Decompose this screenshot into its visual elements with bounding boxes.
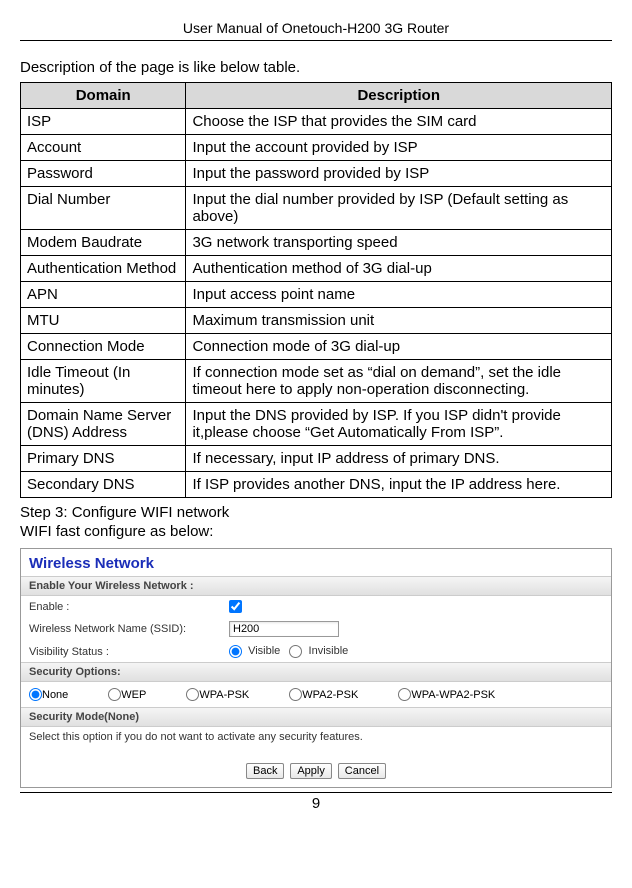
cell-description: Connection mode of 3G dial-up [186,334,612,360]
opt-wpapsk[interactable]: WPA-PSK [186,688,249,701]
opt-wpa2psk[interactable]: WPA2-PSK [289,688,358,701]
th-description: Description [186,83,612,109]
visibility-label: Visibility Status : [29,646,229,658]
cell-domain: Account [21,135,186,161]
wifi-config-panel: Wireless Network Enable Your Wireless Ne… [20,548,612,788]
table-row: Primary DNSIf necessary, input IP addres… [21,446,612,472]
radio-invisible[interactable] [289,645,302,658]
cell-description: If necessary, input IP address of primar… [186,446,612,472]
page-number: 9 [20,792,612,812]
security-options-row: None WEP WPA-PSK WPA2-PSK WPA-WPA2-PSK [21,682,611,707]
table-row: PasswordInput the password provided by I… [21,161,612,187]
opt-none-text: None [42,689,68,701]
cell-description: Maximum transmission unit [186,308,612,334]
cell-description: Input the password provided by ISP [186,161,612,187]
table-row: Connection ModeConnection mode of 3G dia… [21,334,612,360]
table-row: APNInput access point name [21,282,612,308]
table-row: Secondary DNSIf ISP provides another DNS… [21,472,612,498]
opt-wpapsk-text: WPA-PSK [199,689,249,701]
ssid-input[interactable] [229,621,339,637]
section-enable-wireless: Enable Your Wireless Network : [21,576,611,596]
table-row: Modem Baudrate3G network transporting sp… [21,230,612,256]
radio-wep[interactable] [108,688,121,701]
table-row: Dial NumberInput the dial number provide… [21,187,612,230]
table-row: Authentication MethodAuthentication meth… [21,256,612,282]
opt-wpawpa2psk[interactable]: WPA-WPA2-PSK [398,688,495,701]
row-ssid: Wireless Network Name (SSID): [21,617,611,641]
table-row: ISPChoose the ISP that provides the SIM … [21,109,612,135]
visibility-visible-option[interactable]: Visible [229,645,283,657]
opt-wpa2psk-text: WPA2-PSK [302,689,358,701]
radio-wpawpa2psk[interactable] [398,688,411,701]
cell-domain: Dial Number [21,187,186,230]
row-visibility: Visibility Status : Visible Invisible [21,641,611,662]
security-note: Select this option if you do not want to… [21,727,611,753]
table-row: Domain Name Server (DNS) AddressInput th… [21,403,612,446]
cell-domain: Primary DNS [21,446,186,472]
cell-domain: Idle Timeout (In minutes) [21,360,186,403]
enable-checkbox[interactable] [229,600,242,613]
cell-domain: ISP [21,109,186,135]
cell-domain: Authentication Method [21,256,186,282]
cell-description: Input the dial number provided by ISP (D… [186,187,612,230]
cell-domain: Connection Mode [21,334,186,360]
visible-text: Visible [248,645,280,657]
section-security-options: Security Options: [21,662,611,682]
cell-description: Authentication method of 3G dial-up [186,256,612,282]
intro-text: Description of the page is like below ta… [20,59,612,76]
radio-none[interactable] [29,688,42,701]
table-row: MTUMaximum transmission unit [21,308,612,334]
wifi-intro-text: WIFI fast configure as below: [20,523,612,540]
cell-description: Input access point name [186,282,612,308]
back-button[interactable]: Back [246,763,284,779]
radio-wpapsk[interactable] [186,688,199,701]
cell-description: If ISP provides another DNS, input the I… [186,472,612,498]
cell-description: Input the DNS provided by ISP. If you IS… [186,403,612,446]
cancel-button[interactable]: Cancel [338,763,386,779]
row-enable: Enable : [21,596,611,617]
opt-wep[interactable]: WEP [108,688,146,701]
opt-wep-text: WEP [121,689,146,701]
table-row: AccountInput the account provided by ISP [21,135,612,161]
cell-domain: APN [21,282,186,308]
opt-wpawpa2psk-text: WPA-WPA2-PSK [411,689,495,701]
cell-description: If connection mode set as “dial on deman… [186,360,612,403]
cell-domain: Modem Baudrate [21,230,186,256]
invisible-text: Invisible [309,645,349,657]
button-row: Back Apply Cancel [21,753,611,787]
cell-description: 3G network transporting speed [186,230,612,256]
radio-visible[interactable] [229,645,242,658]
th-domain: Domain [21,83,186,109]
description-table: Domain Description ISPChoose the ISP tha… [20,82,612,498]
ssid-label: Wireless Network Name (SSID): [29,623,229,635]
radio-wpa2psk[interactable] [289,688,302,701]
wifi-heading: Wireless Network [21,549,611,576]
visibility-invisible-option[interactable]: Invisible [289,645,348,657]
enable-label: Enable : [29,601,229,613]
cell-domain: Password [21,161,186,187]
cell-description: Input the account provided by ISP [186,135,612,161]
table-row: Idle Timeout (In minutes)If connection m… [21,360,612,403]
opt-none[interactable]: None [29,688,68,701]
step3-text: Step 3: Configure WIFI network [20,504,612,521]
header-divider [20,40,612,41]
page-header-title: User Manual of Onetouch-H200 3G Router [20,20,612,36]
cell-domain: MTU [21,308,186,334]
apply-button[interactable]: Apply [290,763,332,779]
cell-domain: Domain Name Server (DNS) Address [21,403,186,446]
section-security-mode: Security Mode(None) [21,707,611,727]
cell-domain: Secondary DNS [21,472,186,498]
cell-description: Choose the ISP that provides the SIM car… [186,109,612,135]
